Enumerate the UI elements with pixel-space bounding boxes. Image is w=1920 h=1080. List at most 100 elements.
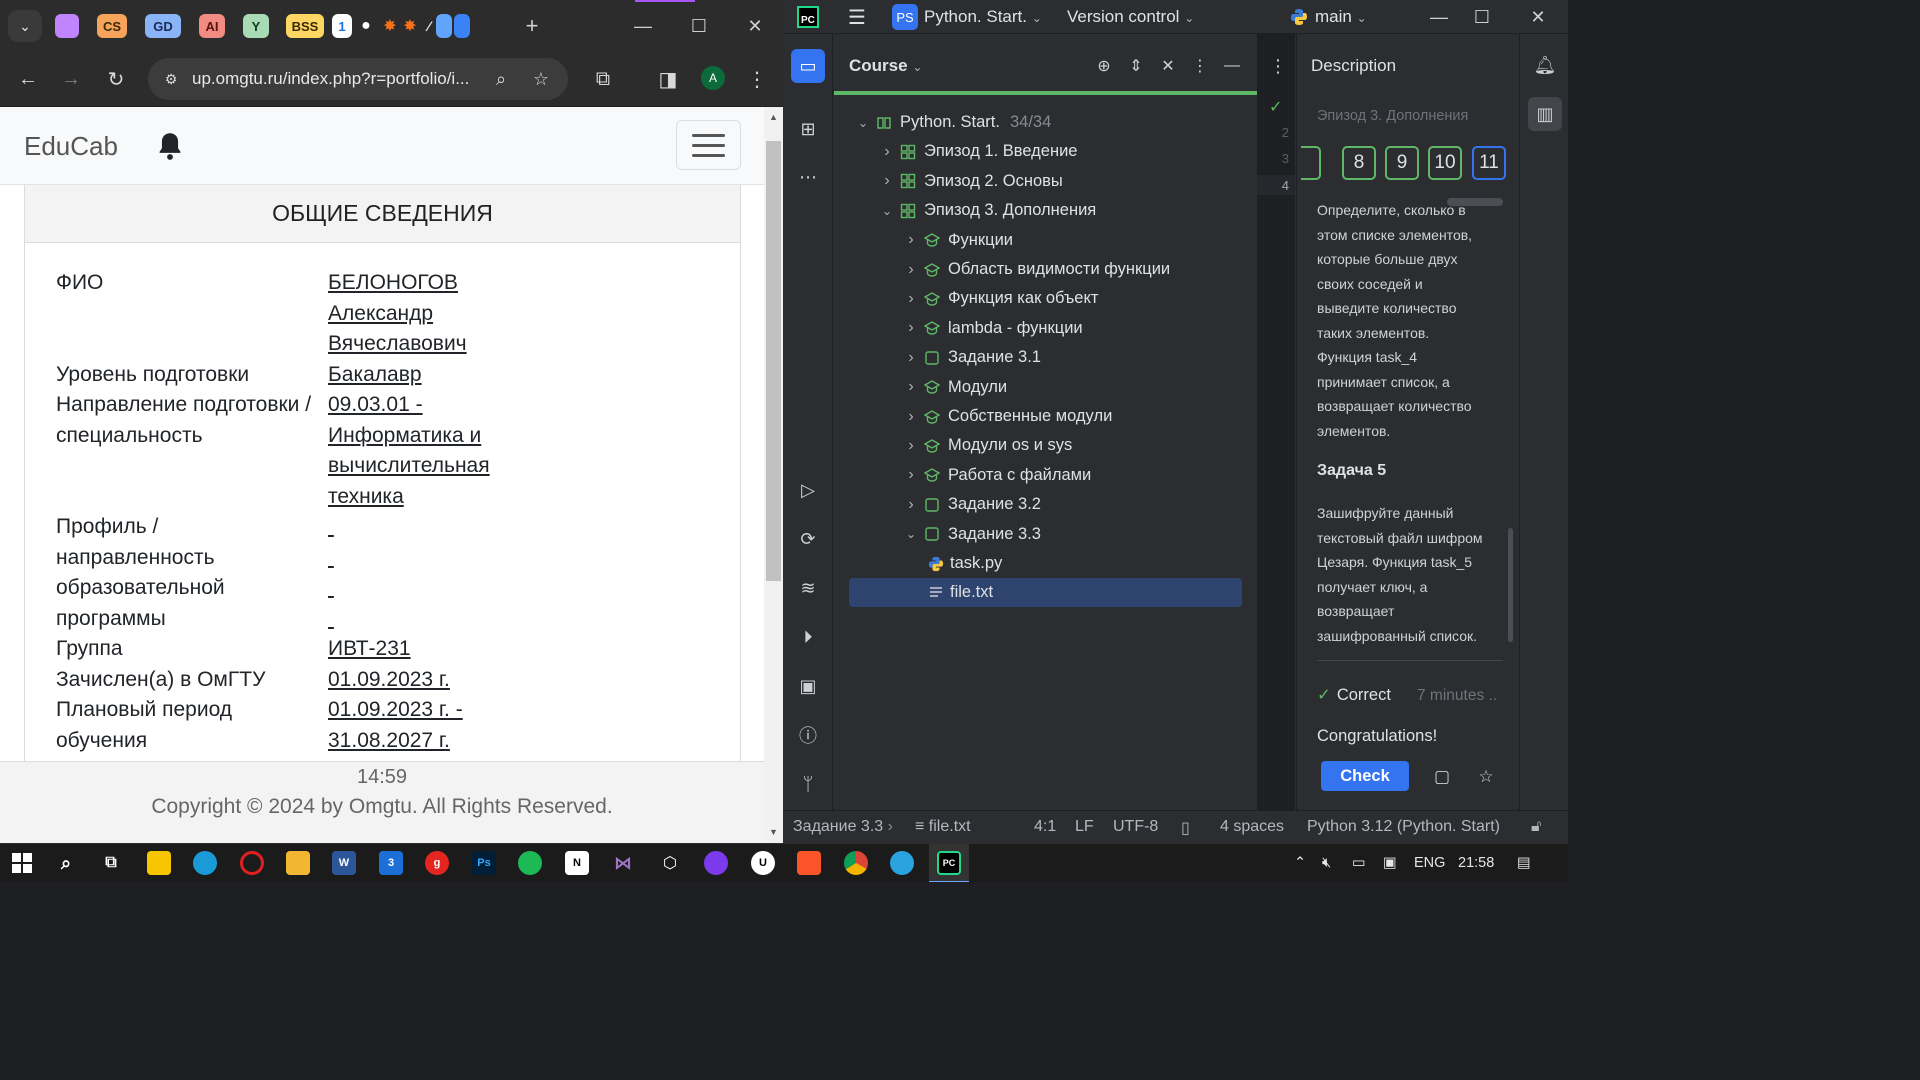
chevron-right-icon[interactable]: › — [904, 290, 918, 308]
address-bar[interactable]: ⚙ up.omgtu.ru/index.php?r=portfolio/i...… — [148, 58, 568, 100]
tree-node[interactable]: ⌄ Эпизод 3. Дополнения — [834, 196, 1257, 225]
chevron-right-icon[interactable]: › — [880, 143, 894, 161]
sticky-notes-icon[interactable] — [147, 851, 171, 875]
unity-icon[interactable]: ⬡ — [658, 851, 682, 875]
language-indicator[interactable]: ENG — [1414, 855, 1445, 871]
info-value[interactable]: БЕЛОНОГОВ Александр Вячеславович — [328, 268, 528, 360]
minimize-icon[interactable]: — — [623, 10, 663, 42]
tree-node[interactable]: › Эпизод 1. Введение — [834, 137, 1257, 166]
tab-gear-icon[interactable]: ✸ — [380, 14, 400, 38]
tree-node[interactable]: › Работа с файлами — [834, 461, 1257, 490]
tree-node[interactable]: › Модули os и sys — [834, 431, 1257, 460]
hide-panel-icon[interactable]: — — [1221, 55, 1243, 77]
new-tab-plus-icon[interactable]: + — [512, 10, 552, 42]
tab-ai[interactable]: AI — [199, 14, 225, 38]
tab-search-icon[interactable]: ⌄ — [8, 10, 42, 42]
python-packages-icon[interactable]: ≋ — [791, 571, 825, 605]
tab-gd[interactable]: GD — [145, 14, 181, 38]
main-menu-icon[interactable]: ☰ — [845, 5, 869, 29]
description-book-icon[interactable]: ▥ — [1528, 97, 1562, 131]
git-icon[interactable]: ᛘ — [791, 767, 825, 801]
chevron-right-icon[interactable]: › — [904, 319, 918, 337]
profile-avatar[interactable]: A — [701, 66, 725, 90]
info-value[interactable]: ИВТ-231 — [328, 634, 528, 665]
pycharm-taskbar-icon[interactable]: PC — [937, 851, 961, 875]
tree-node[interactable]: › Область видимости функции — [834, 255, 1257, 284]
chevron-right-icon[interactable]: › — [904, 466, 918, 484]
chevron-right-icon[interactable]: › — [904, 408, 918, 426]
screen-recorder-icon[interactable] — [240, 851, 264, 875]
tab-feather-icon[interactable]: ⁄ — [422, 14, 436, 38]
file-explorer-icon[interactable] — [286, 851, 310, 875]
close-icon[interactable]: ✕ — [735, 10, 775, 42]
panel-options-icon[interactable]: ⋮ — [1189, 55, 1211, 77]
chevron-down-icon[interactable]: ⌄ — [856, 116, 870, 130]
file-encoding[interactable]: UTF-8 — [1113, 818, 1158, 836]
notion-icon[interactable]: N — [565, 851, 589, 875]
step-partial[interactable] — [1301, 146, 1321, 180]
project-name[interactable]: Python. Start. ⌄ — [924, 7, 1042, 27]
brave-icon[interactable] — [797, 851, 821, 875]
task-step-8[interactable]: 8 — [1342, 146, 1376, 180]
battery-icon[interactable]: ▭ — [1352, 855, 1366, 871]
indent-setting[interactable]: 4 spaces — [1220, 818, 1284, 836]
tab-bss[interactable]: BSS — [286, 14, 324, 38]
problems-icon[interactable]: ⓘ — [791, 718, 825, 752]
reader-mode-icon[interactable]: ▯ — [1181, 818, 1190, 838]
reload-icon[interactable]: ↻ — [100, 63, 132, 95]
project-folder-icon[interactable]: ▭ — [791, 49, 825, 83]
visual-studio-icon[interactable]: ⋈ — [611, 851, 635, 875]
ide-close-icon[interactable]: ✕ — [1518, 1, 1558, 33]
unreal-icon[interactable]: U — [751, 851, 775, 875]
back-arrow-icon[interactable]: ← — [12, 63, 44, 95]
tree-node[interactable]: › Функция как объект — [834, 284, 1257, 313]
terminal-icon[interactable]: ▣ — [791, 669, 825, 703]
description-scrollbar[interactable] — [1508, 528, 1513, 642]
tree-node[interactable]: › Эпизод 2. Основы — [834, 167, 1257, 196]
task-step-10[interactable]: 10 — [1428, 146, 1462, 180]
caret-position[interactable]: 4:1 — [1034, 818, 1056, 836]
tree-node[interactable]: › Модули — [834, 373, 1257, 402]
tab-gear2-icon[interactable]: ✸ — [400, 14, 420, 38]
tree-node[interactable]: › Задание 3.1 — [834, 343, 1257, 372]
tree-node[interactable]: file.txt — [834, 578, 1257, 608]
tree-node[interactable]: › Функции — [834, 226, 1257, 255]
task-view-icon[interactable]: ⧉ — [99, 851, 123, 875]
run-icon[interactable]: ▷ — [791, 473, 825, 507]
tree-node[interactable]: task.py — [834, 549, 1257, 578]
tab-y[interactable]: Y — [243, 14, 269, 38]
comment-icon[interactable]: ▢ — [1430, 765, 1454, 789]
check-button[interactable]: Check — [1321, 761, 1409, 791]
tab-github-icon[interactable]: ● — [356, 14, 376, 38]
editor-options-icon[interactable]: ⋮ — [1269, 56, 1287, 77]
more-tools-icon[interactable]: ⋯ — [791, 160, 825, 194]
tab-purple-icon[interactable] — [55, 14, 79, 38]
network-icon[interactable]: ▣ — [1383, 855, 1397, 871]
notifications-icon[interactable]: 🔔︎ — [1528, 48, 1562, 82]
info-value[interactable]: 01.09.2023 г. — [328, 665, 528, 696]
course-panel-title[interactable]: Course ⌄ — [849, 56, 922, 76]
info-value[interactable]: 09.03.01 - Информатика и вычислительная тех… — [328, 390, 528, 512]
zoom-icon[interactable]: ⌕ — [489, 67, 513, 91]
status-breadcrumb[interactable]: Задание 3.3 › — [793, 818, 893, 836]
start-windows-icon[interactable] — [10, 851, 34, 875]
telegram-icon[interactable] — [890, 851, 914, 875]
tree-node[interactable]: › lambda - функции — [834, 314, 1257, 343]
scrollbar-thumb[interactable] — [766, 141, 781, 581]
volume-muted-icon[interactable]: 🔇︎ — [1322, 855, 1331, 871]
side-panel-icon[interactable]: ◨ — [652, 63, 684, 95]
chevron-right-icon[interactable]: › — [904, 437, 918, 455]
app-3-icon[interactable]: 3 — [379, 851, 403, 875]
status-file[interactable]: ≡ file.txt — [915, 818, 971, 836]
branch-selector[interactable]: main ⌄ — [1315, 7, 1367, 27]
locate-icon[interactable]: ⊕ — [1093, 55, 1115, 77]
tab-cube-icon[interactable] — [436, 14, 452, 38]
yandex-icon[interactable]: g — [425, 851, 449, 875]
expand-all-icon[interactable]: ⇕ — [1125, 55, 1147, 77]
maximize-icon[interactable]: ☐ — [679, 10, 719, 42]
chevron-right-icon[interactable]: › — [904, 496, 918, 514]
spotify-icon[interactable] — [518, 851, 542, 875]
collapse-all-icon[interactable]: ✕ — [1157, 55, 1179, 77]
tree-node[interactable]: ⌄ Python. Start. 34/34 — [834, 108, 1257, 137]
info-value[interactable]: Бакалавр — [328, 360, 528, 391]
